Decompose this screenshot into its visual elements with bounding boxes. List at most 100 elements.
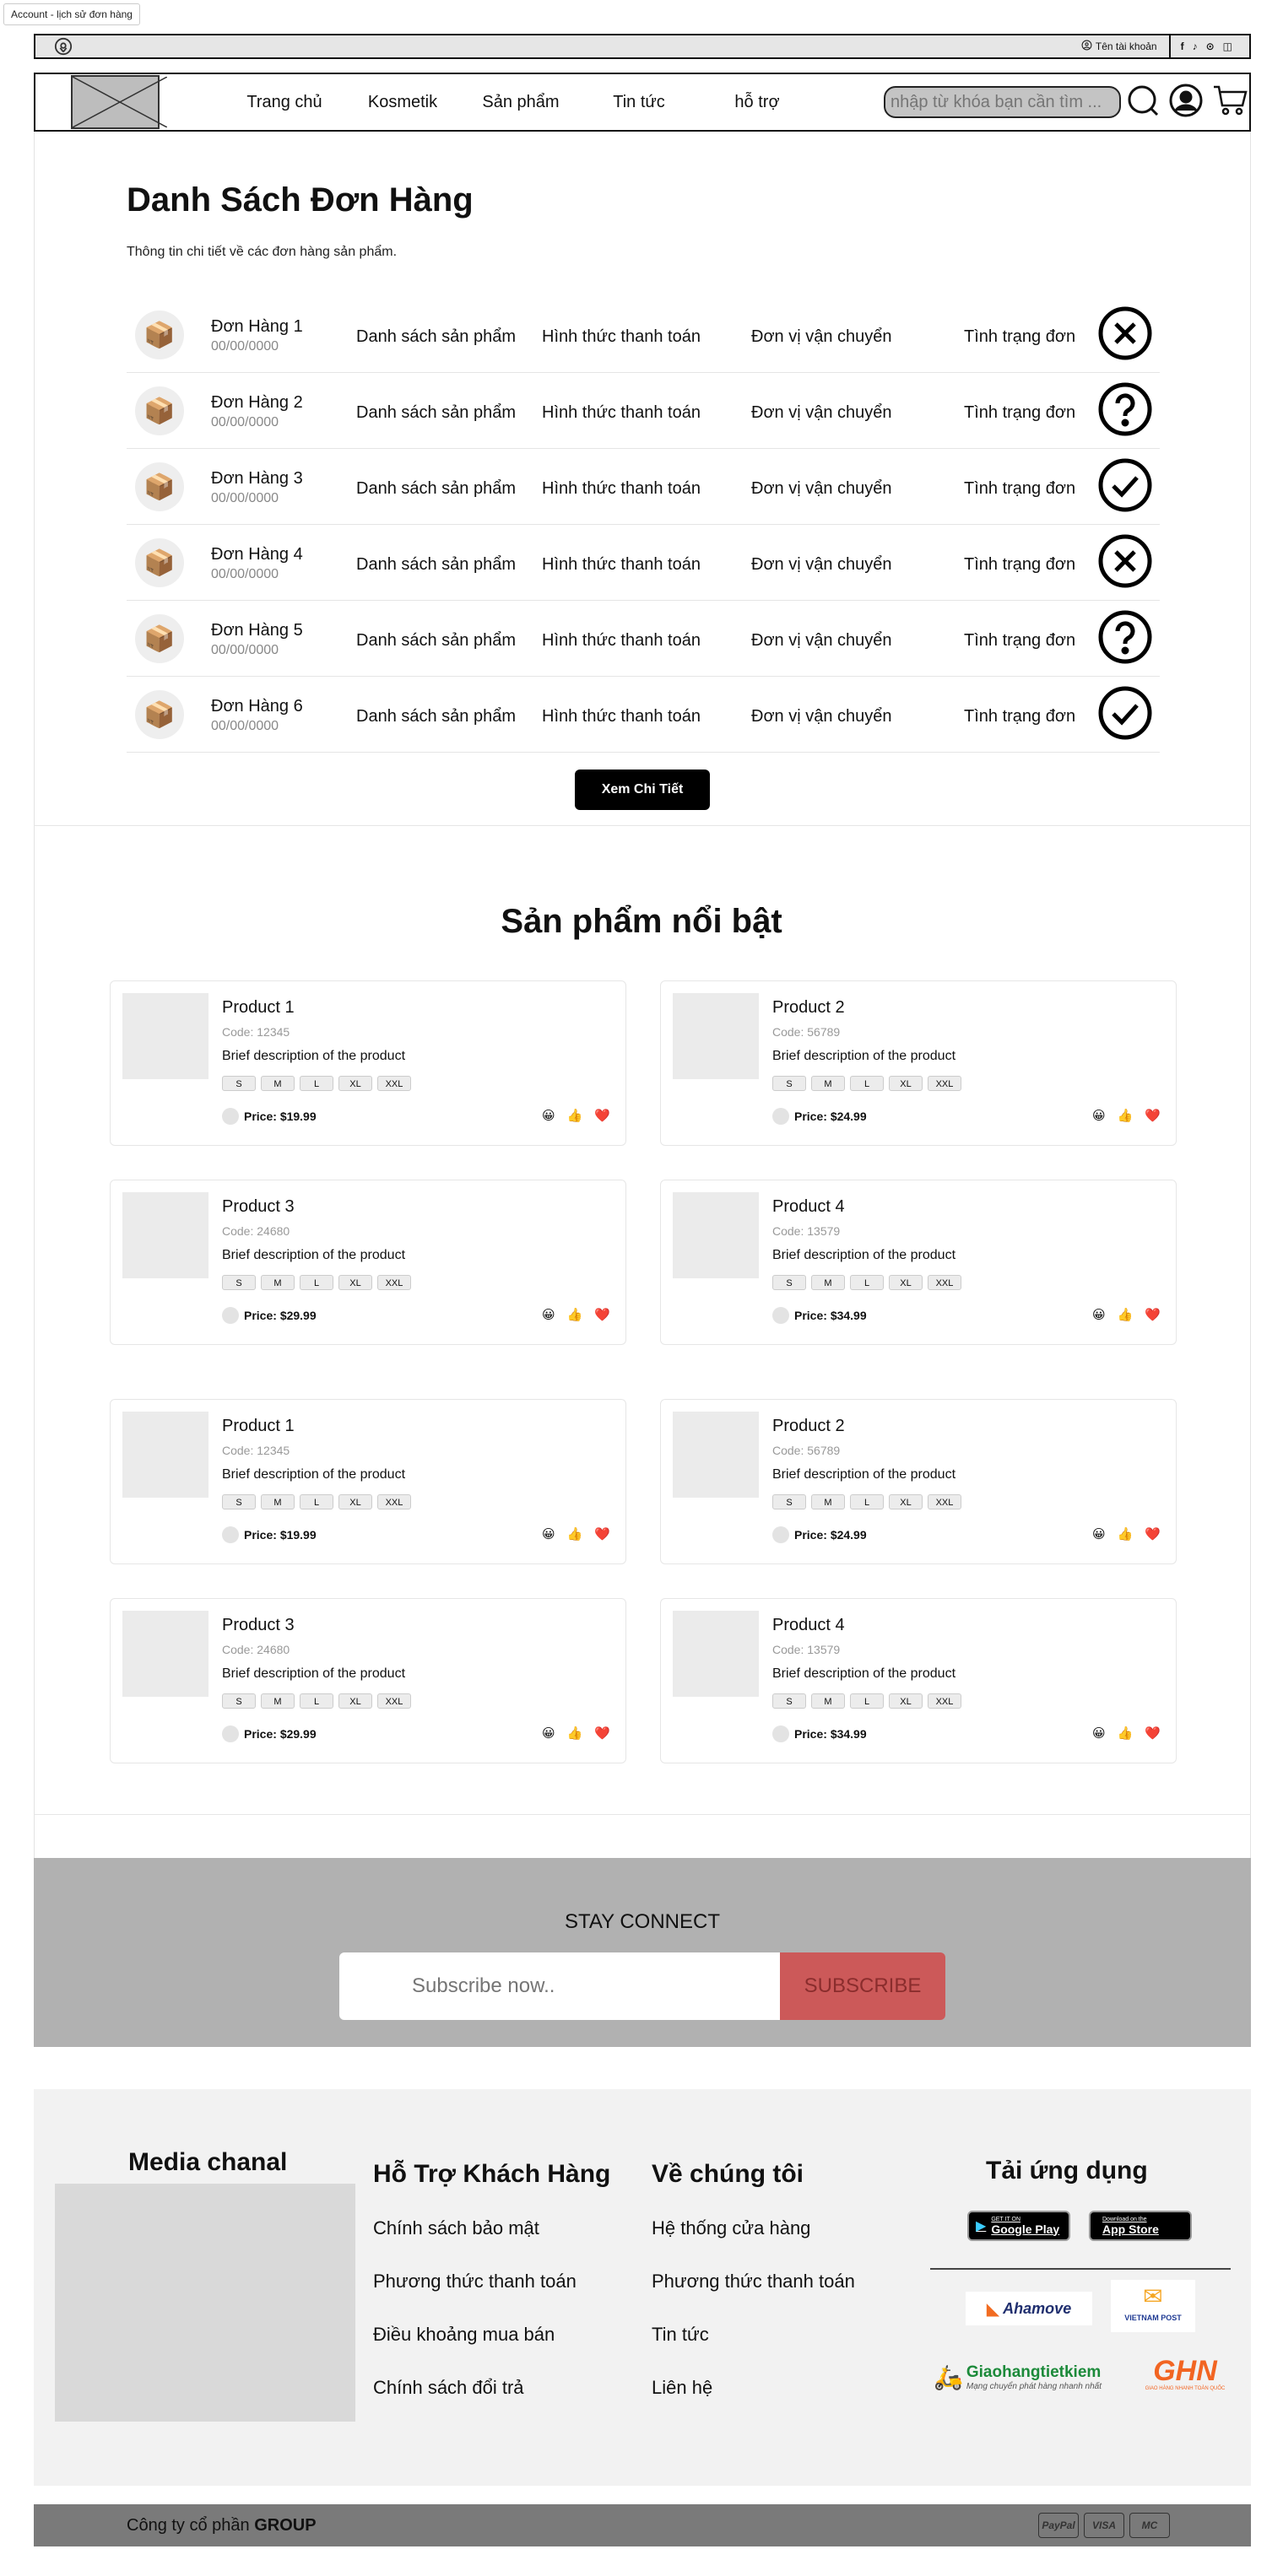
product-card[interactable]: Product 3 Code: 24680 Brief description of…: [110, 1180, 626, 1345]
subscribe-email-input[interactable]: [339, 1952, 780, 2020]
order-shipping-link[interactable]: Đơn vị vận chuyển: [751, 479, 892, 499]
like-reaction-icon[interactable]: 👍: [567, 1526, 583, 1542]
order-row[interactable]: 📦 Đơn Hàng 6 00/00/0000 Danh sách sản phẩm H…: [127, 677, 1160, 753]
order-products-link[interactable]: Danh sách sản phẩm: [356, 555, 516, 575]
size-option[interactable]: M: [261, 1693, 295, 1709]
size-option[interactable]: M: [261, 1275, 295, 1290]
nav-support[interactable]: hỗ trợ: [698, 93, 816, 112]
heart-reaction-icon[interactable]: ❤️: [1145, 1526, 1161, 1542]
pending-status-icon[interactable]: [1097, 381, 1153, 437]
cart-icon[interactable]: [1212, 84, 1249, 122]
size-option[interactable]: XL: [338, 1275, 372, 1290]
size-option[interactable]: XXL: [928, 1275, 961, 1290]
nav-products[interactable]: Sản phẩm: [462, 93, 580, 112]
logo-placeholder[interactable]: [71, 75, 167, 129]
size-option[interactable]: S: [222, 1275, 256, 1290]
size-option[interactable]: L: [850, 1076, 884, 1091]
app-store-button[interactable]: Download on the App Store: [1089, 2211, 1192, 2241]
support-link[interactable]: Phương thức thanh toán: [373, 2271, 610, 2292]
pending-status-icon[interactable]: [1097, 609, 1153, 665]
size-option[interactable]: S: [772, 1076, 806, 1091]
product-image[interactable]: [673, 1412, 759, 1498]
order-payment-link[interactable]: Hình thức thanh toán: [542, 707, 701, 726]
heart-reaction-icon[interactable]: ❤️: [594, 1725, 610, 1741]
size-option[interactable]: L: [300, 1275, 333, 1290]
color-swatch[interactable]: [222, 1307, 239, 1324]
support-link[interactable]: Điều khoảng mua bán: [373, 2324, 610, 2346]
product-name[interactable]: Product 1: [222, 1417, 295, 1436]
size-option[interactable]: XL: [338, 1076, 372, 1091]
order-payment-link[interactable]: Hình thức thanh toán: [542, 555, 701, 575]
product-image[interactable]: [122, 1611, 208, 1697]
size-option[interactable]: M: [811, 1693, 845, 1709]
size-option[interactable]: XL: [338, 1494, 372, 1509]
heart-reaction-icon[interactable]: ❤️: [594, 1307, 610, 1322]
smile-reaction-icon[interactable]: 😀: [1092, 1307, 1106, 1322]
size-option[interactable]: XL: [889, 1693, 923, 1709]
product-card[interactable]: Product 4 Code: 13579 Brief description of…: [660, 1598, 1177, 1763]
order-shipping-link[interactable]: Đơn vị vận chuyển: [751, 631, 892, 651]
smile-reaction-icon[interactable]: 😀: [542, 1108, 555, 1123]
smile-reaction-icon[interactable]: 😀: [1092, 1526, 1106, 1542]
size-option[interactable]: S: [222, 1076, 256, 1091]
account-link[interactable]: Tên tài khoản: [1081, 40, 1169, 53]
about-link[interactable]: Liên hệ: [652, 2377, 855, 2399]
like-reaction-icon[interactable]: 👍: [567, 1307, 583, 1322]
about-link[interactable]: Phương thức thanh toán: [652, 2271, 855, 2292]
order-shipping-link[interactable]: Đơn vị vận chuyển: [751, 327, 892, 347]
facebook-icon[interactable]: f: [1181, 41, 1184, 52]
smile-reaction-icon[interactable]: 😀: [542, 1725, 555, 1741]
color-swatch[interactable]: [222, 1108, 239, 1125]
size-option[interactable]: S: [772, 1693, 806, 1709]
cancelled-status-icon[interactable]: [1097, 533, 1153, 589]
order-shipping-link[interactable]: Đơn vị vận chuyển: [751, 403, 892, 423]
cancelled-status-icon[interactable]: [1097, 305, 1153, 361]
product-image[interactable]: [673, 1192, 759, 1278]
color-swatch[interactable]: [772, 1526, 789, 1543]
subscribe-button[interactable]: SUBSCRIBE: [780, 1952, 945, 2020]
product-name[interactable]: Product 4: [772, 1197, 845, 1217]
order-row[interactable]: 📦 Đơn Hàng 5 00/00/0000 Danh sách sản phẩm H…: [127, 601, 1160, 677]
size-option[interactable]: M: [261, 1076, 295, 1091]
order-products-link[interactable]: Danh sách sản phẩm: [356, 327, 516, 347]
completed-status-icon[interactable]: [1097, 685, 1153, 741]
order-products-link[interactable]: Danh sách sản phẩm: [356, 631, 516, 651]
size-option[interactable]: XXL: [928, 1076, 961, 1091]
size-option[interactable]: M: [811, 1494, 845, 1509]
color-swatch[interactable]: [772, 1725, 789, 1742]
search-icon[interactable]: [1126, 84, 1160, 122]
heart-reaction-icon[interactable]: ❤️: [594, 1526, 610, 1542]
order-payment-link[interactable]: Hình thức thanh toán: [542, 479, 701, 499]
size-option[interactable]: M: [811, 1076, 845, 1091]
color-swatch[interactable]: [222, 1526, 239, 1543]
product-card[interactable]: Product 2 Code: 56789 Brief description of…: [660, 980, 1177, 1146]
size-option[interactable]: L: [300, 1693, 333, 1709]
order-shipping-link[interactable]: Đơn vị vận chuyển: [751, 555, 892, 575]
page-tab[interactable]: Account - lịch sử đơn hàng: [3, 3, 140, 25]
order-products-link[interactable]: Danh sách sản phẩm: [356, 479, 516, 499]
product-image[interactable]: [673, 993, 759, 1079]
size-option[interactable]: S: [772, 1494, 806, 1509]
heart-reaction-icon[interactable]: ❤️: [594, 1108, 610, 1123]
order-products-link[interactable]: Danh sách sản phẩm: [356, 707, 516, 726]
size-option[interactable]: L: [300, 1076, 333, 1091]
size-option[interactable]: L: [850, 1275, 884, 1290]
order-payment-link[interactable]: Hình thức thanh toán: [542, 327, 701, 347]
search-input[interactable]: [884, 86, 1121, 118]
order-row[interactable]: 📦 Đơn Hàng 4 00/00/0000 Danh sách sản phẩm H…: [127, 525, 1160, 601]
size-option[interactable]: XL: [889, 1275, 923, 1290]
size-option[interactable]: S: [222, 1693, 256, 1709]
smile-reaction-icon[interactable]: 😀: [1092, 1725, 1106, 1741]
size-option[interactable]: XL: [889, 1076, 923, 1091]
nav-kosmetik[interactable]: Kosmetik: [344, 93, 462, 112]
nav-home[interactable]: Trang chủ: [225, 93, 344, 112]
order-shipping-link[interactable]: Đơn vị vận chuyển: [751, 707, 892, 726]
smile-reaction-icon[interactable]: 😀: [542, 1526, 555, 1542]
product-name[interactable]: Product 4: [772, 1616, 845, 1635]
size-option[interactable]: L: [850, 1693, 884, 1709]
product-card[interactable]: Product 4 Code: 13579 Brief description of…: [660, 1180, 1177, 1345]
like-reaction-icon[interactable]: 👍: [1118, 1307, 1134, 1322]
product-name[interactable]: Product 2: [772, 998, 845, 1018]
product-card[interactable]: Product 1 Code: 12345 Brief description of…: [110, 1399, 626, 1564]
like-reaction-icon[interactable]: 👍: [567, 1108, 583, 1123]
